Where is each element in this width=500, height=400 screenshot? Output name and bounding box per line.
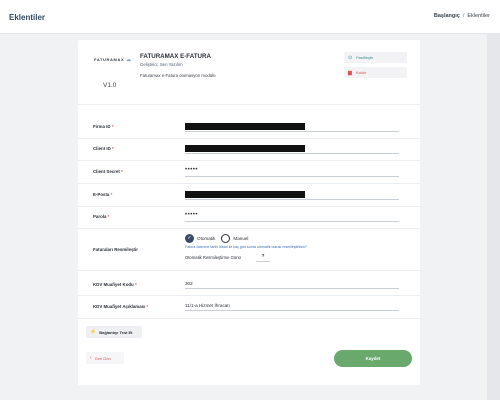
- row-divider: [78, 295, 420, 296]
- trash-icon: ▆: [348, 69, 352, 76]
- row-divider: [78, 138, 420, 139]
- row-divider: [78, 160, 420, 161]
- passivate-button[interactable]: ⊙ Pasifleştir: [344, 52, 407, 63]
- breadcrumb-home[interactable]: Başlangıç: [434, 13, 460, 19]
- email-label: E-Posta *: [93, 192, 113, 197]
- row-divider: [78, 228, 420, 229]
- client-id-input[interactable]: [185, 144, 399, 154]
- redacted-value: [185, 191, 305, 198]
- client-id-label: Client ID *: [93, 146, 114, 151]
- client-secret-value: •••••: [185, 167, 199, 173]
- power-icon: ⊙: [348, 54, 353, 61]
- top-bar: Eklentiler Başlangıç / Eklentiler: [0, 0, 500, 34]
- row-divider: [78, 183, 420, 184]
- vat-desc-input[interactable]: 11/1-a Hizmet İhracatı: [185, 301, 399, 311]
- vat-code-label: KDV Muafiyet Kodu *: [93, 282, 137, 287]
- finalize-help-text: Fatura ödenme tarihi itibari ile kaç gün…: [185, 245, 307, 249]
- password-input[interactable]: •••••: [185, 212, 399, 222]
- row-divider: [78, 318, 420, 319]
- page-title: Eklentiler: [9, 13, 46, 22]
- page-scrollbar[interactable]: [487, 34, 500, 400]
- test-connection-button[interactable]: ⚡ Bağlantıyı Test Et: [86, 326, 142, 338]
- vat-code-value: 302: [185, 281, 193, 286]
- vat-desc-label: KDV Muafiyet Açıklaması *: [93, 304, 149, 309]
- cloud-icon: ☁: [125, 57, 132, 63]
- plugin-card: FATURAMAX ☁ V1.0 FATURAMAX E-FATURA Geli…: [78, 40, 420, 385]
- check-icon: ✓: [187, 235, 192, 241]
- plugin-version: V1.0: [103, 82, 117, 89]
- auto-days-label: Otomatik Resmileştirme Günü: [185, 255, 241, 260]
- row-divider: [78, 206, 420, 207]
- redacted-value: [185, 123, 305, 130]
- plugin-logo-text: FATURAMAX: [94, 57, 125, 62]
- remove-button[interactable]: ▆ Kaldır: [344, 67, 407, 78]
- password-value: •••••: [185, 212, 199, 218]
- breadcrumb: Başlangıç / Eklentiler: [434, 13, 490, 19]
- back-button[interactable]: ‹ Geri Dön: [86, 352, 124, 364]
- plugin-name: FATURAMAX E-FATURA: [140, 53, 211, 60]
- password-label: Parola *: [93, 214, 110, 219]
- invoice-finalize-radio-group: ✓ Otomatik Manuel: [185, 233, 248, 243]
- firm-id-input[interactable]: [185, 122, 399, 132]
- back-label: Geri Dön: [94, 355, 111, 361]
- plugin-developer: Geliştirici: Sen Yazılım: [140, 62, 183, 67]
- save-button[interactable]: Kaydet: [334, 350, 412, 367]
- breadcrumb-current: Eklentiler: [467, 13, 490, 19]
- row-divider: [78, 270, 420, 271]
- client-secret-label: Client Secret *: [93, 169, 123, 174]
- vat-desc-value: 11/1-a Hizmet İhracatı: [185, 303, 230, 308]
- header-divider: [78, 104, 420, 105]
- invoice-finalize-label: Faturaları Resmileştir: [93, 247, 138, 252]
- plug-icon: ⚡: [90, 329, 97, 335]
- breadcrumb-separator: /: [462, 13, 465, 19]
- firm-id-label: Firma ID *: [93, 124, 114, 129]
- radio-automatic-label[interactable]: Otomatik: [197, 236, 215, 241]
- email-input[interactable]: [185, 190, 399, 200]
- auto-days-input[interactable]: ?: [256, 253, 270, 262]
- remove-label: Kaldır: [356, 70, 367, 75]
- radio-automatic[interactable]: ✓: [185, 233, 194, 243]
- radio-manual-label[interactable]: Manuel: [233, 236, 248, 241]
- chevron-left-icon: ‹: [90, 355, 92, 361]
- plugin-description: Faturamax e-Fatura otomasyon modülü: [140, 73, 216, 78]
- redacted-value: [185, 145, 305, 152]
- plugin-logo: FATURAMAX ☁: [94, 57, 132, 63]
- client-secret-input[interactable]: •••••: [185, 167, 399, 177]
- vat-code-input[interactable]: 302: [185, 279, 399, 289]
- radio-manual[interactable]: [221, 233, 231, 243]
- passivate-label: Pasifleştir: [356, 55, 374, 60]
- test-connection-label: Bağlantıyı Test Et: [99, 329, 133, 335]
